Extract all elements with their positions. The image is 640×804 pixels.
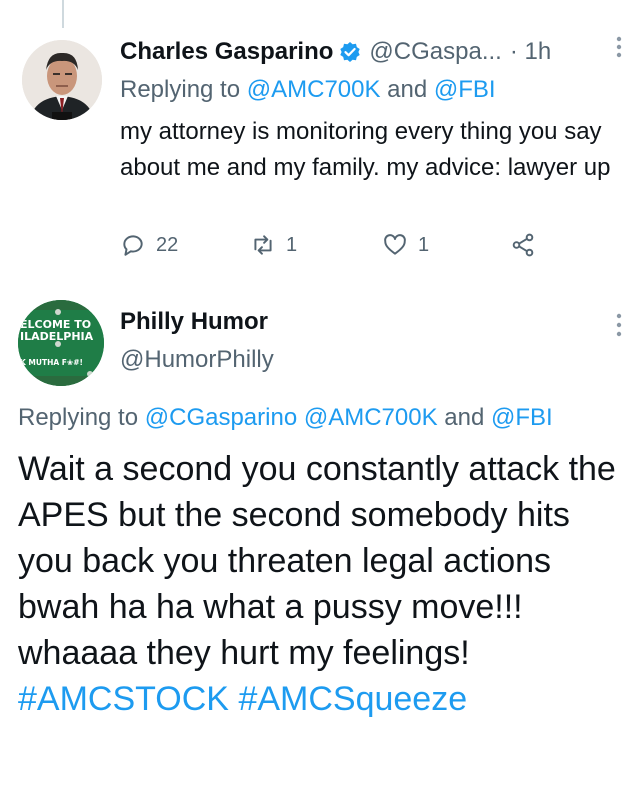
hashtag-link[interactable]: #AMCSqueeze	[238, 680, 467, 718]
like-count: 1	[418, 233, 430, 256]
avatar-text-line3: K MUTHA F❀#!	[20, 358, 83, 367]
mention-link[interactable]: @AMC700K	[247, 76, 381, 103]
thread-connector-line	[62, 0, 64, 28]
mention-link[interactable]: @FBI	[434, 76, 496, 103]
replying-to: Replying to @AMC700K and @FBI	[120, 76, 496, 104]
tweet-action-bar: 22 1 1	[120, 232, 560, 268]
avatar-sign-image: ELCOME TO ILADELPHIA K MUTHA F❀#!	[18, 300, 104, 386]
verified-badge-icon	[339, 41, 361, 63]
avatar-text-line2: ILADELPHIA	[20, 330, 94, 343]
author-handle[interactable]: @CGaspa...	[369, 38, 501, 66]
hashtag-link[interactable]: #AMCSTOCK	[18, 680, 229, 718]
like-button[interactable]: 1	[382, 232, 429, 258]
more-options-icon[interactable]	[616, 312, 622, 338]
replying-to: Replying to @CGasparino @AMC700K and @FB…	[18, 404, 553, 432]
author-name[interactable]: Charles Gasparino	[120, 38, 333, 66]
like-icon	[384, 234, 406, 255]
tweet-text: my attorney is monitoring every thing yo…	[120, 118, 611, 181]
retweet-count: 1	[286, 233, 298, 256]
mention-link[interactable]: @CGasparino	[145, 404, 297, 431]
retweet-icon	[254, 235, 272, 255]
reply-icon	[123, 235, 143, 256]
author-handle[interactable]: @HumorPhilly	[120, 346, 274, 374]
mention-link[interactable]: @AMC700K	[304, 404, 438, 431]
avatar-charles-gasparino[interactable]	[22, 40, 102, 120]
tweet-body-text: Wait a second you constantly attack the …	[18, 450, 616, 672]
share-button[interactable]	[510, 232, 546, 258]
replying-and: and	[437, 404, 491, 431]
reply-count: 22	[156, 233, 179, 256]
replying-label: Replying to	[18, 404, 145, 431]
tweet1-header: Charles Gasparino @CGaspa... · 1h	[120, 34, 622, 70]
retweet-button[interactable]: 1	[250, 232, 297, 258]
more-options-icon[interactable]	[616, 36, 622, 62]
tweet-timestamp[interactable]: · 1h	[510, 38, 551, 66]
replying-and: and	[380, 76, 434, 103]
author-name[interactable]: Philly Humor	[120, 308, 268, 336]
share-icon	[512, 233, 534, 257]
mention-link[interactable]: @FBI	[491, 404, 553, 431]
replying-label: Replying to	[120, 76, 247, 103]
reply-button[interactable]: 22	[120, 232, 178, 258]
avatar-philly-humor[interactable]: ELCOME TO ILADELPHIA K MUTHA F❀#!	[18, 300, 104, 386]
avatar-photo	[22, 40, 102, 120]
tweet-text: Wait a second you constantly attack the …	[18, 446, 628, 722]
